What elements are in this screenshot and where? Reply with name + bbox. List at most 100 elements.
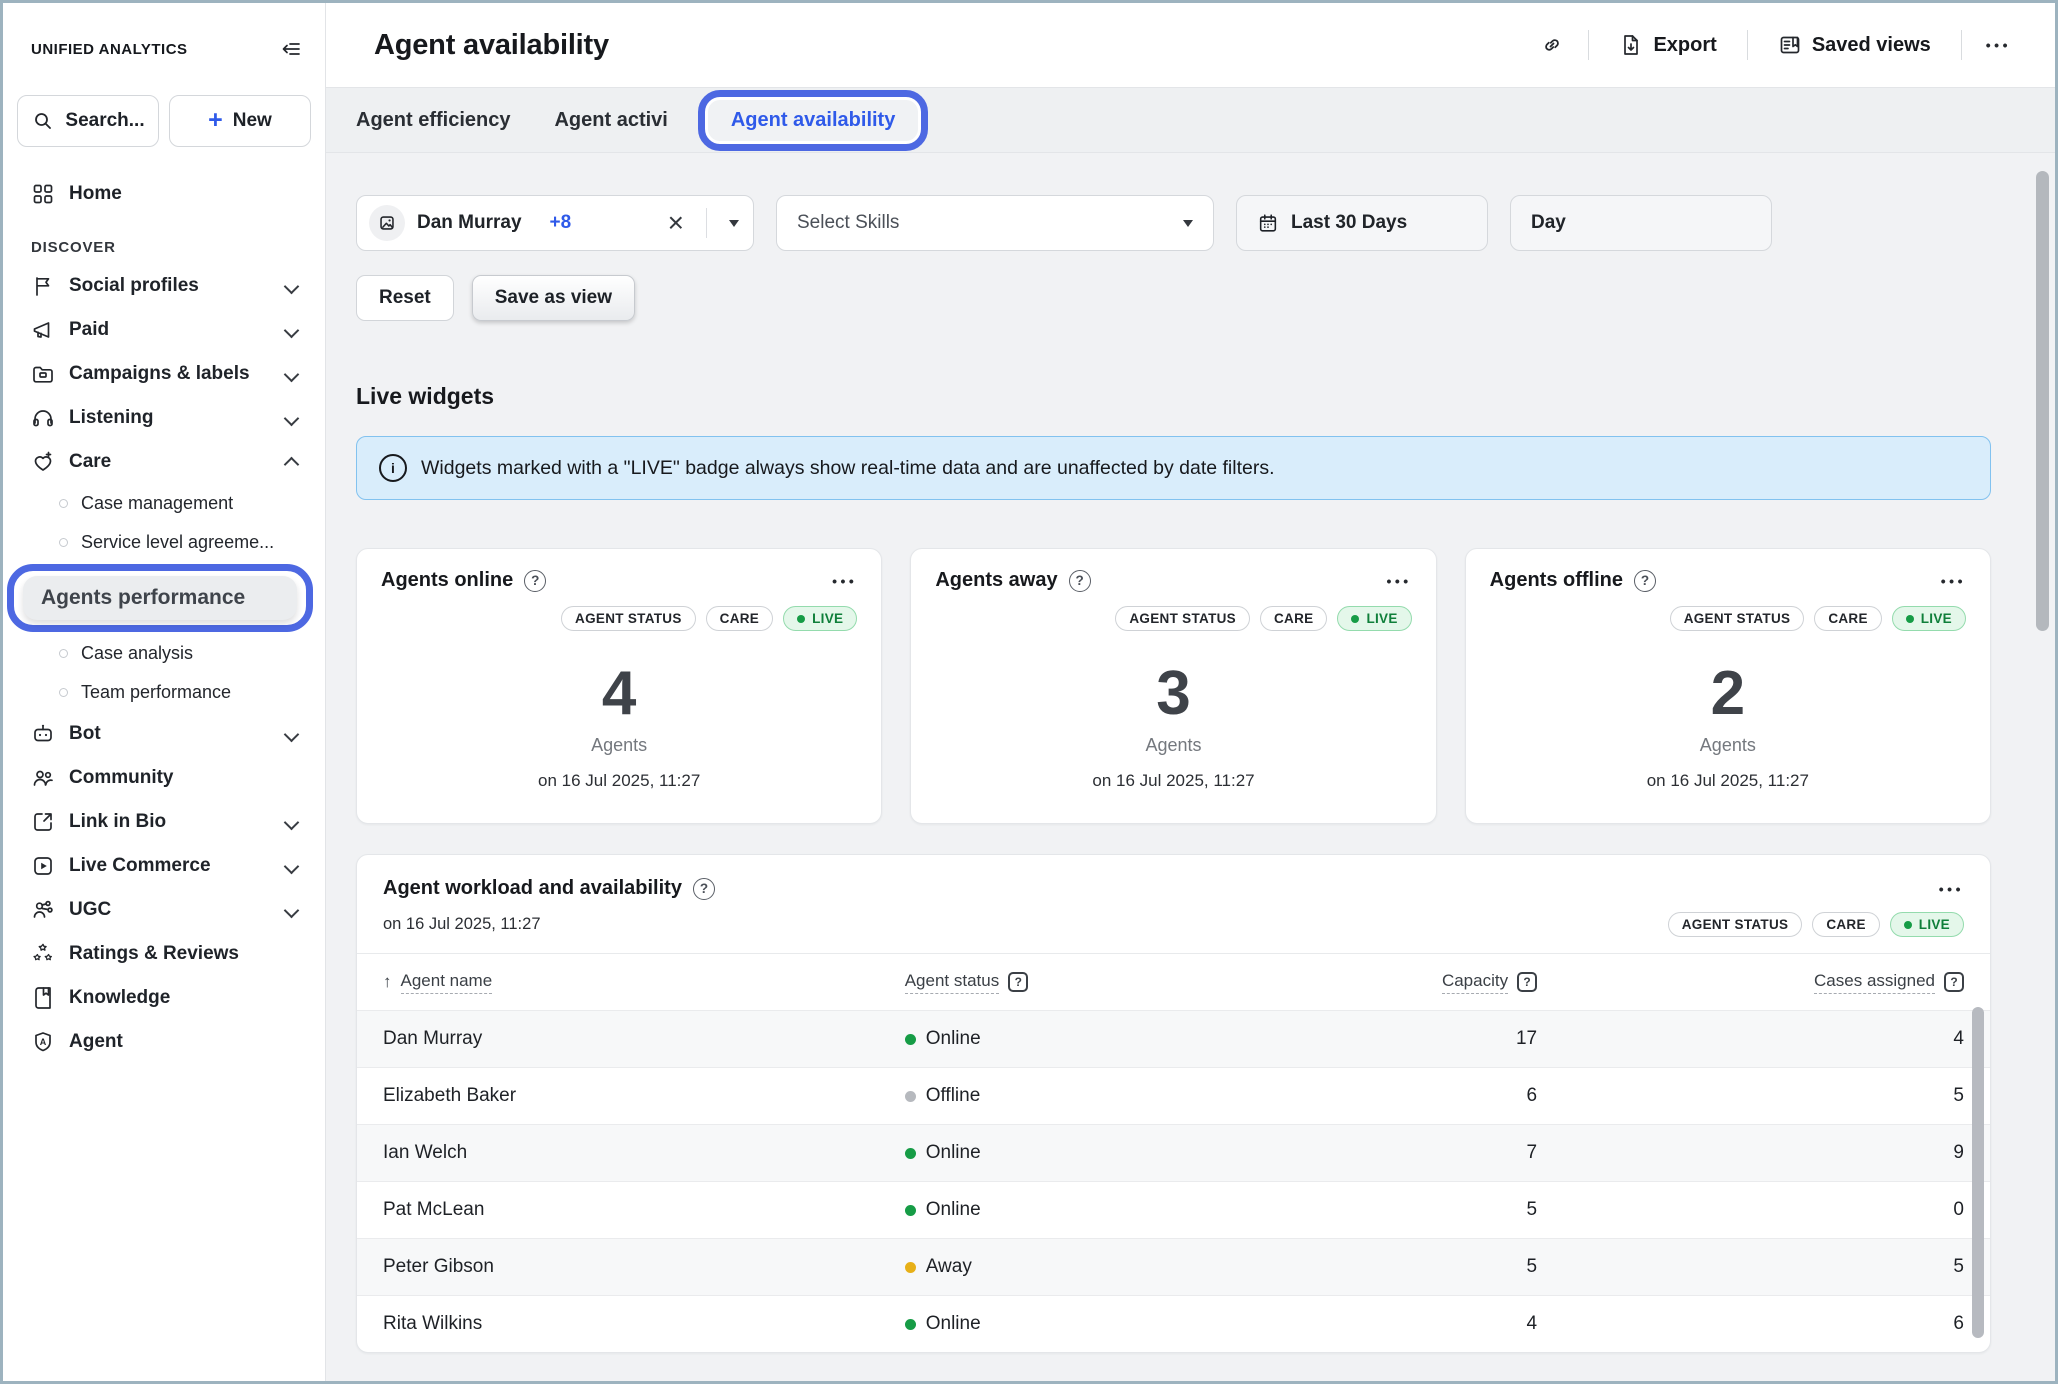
- table-header-row: ↑Agent name Agent status? Capacity? Case…: [357, 953, 1990, 1010]
- chevron-down-icon: [284, 858, 300, 874]
- card-menu-icon[interactable]: •••: [1386, 573, 1411, 589]
- sidebar-item-home[interactable]: Home: [3, 171, 325, 217]
- sidebar-item-label: Community: [69, 767, 174, 789]
- tab-agent-efficiency[interactable]: Agent efficiency: [356, 109, 510, 132]
- table-scrollbar[interactable]: [1972, 1007, 1984, 1338]
- chevron-up-icon: [284, 456, 300, 472]
- sidebar-item-ugc[interactable]: UGC: [3, 888, 325, 932]
- agent-status-cell: Online: [905, 1142, 1332, 1164]
- table-row[interactable]: Elizabeth Baker Offline 6 5: [357, 1067, 1990, 1124]
- sidebar-subitem-label: Team performance: [81, 682, 231, 703]
- help-icon[interactable]: ?: [1069, 570, 1091, 592]
- date-range-filter[interactable]: Last 30 Days: [1236, 195, 1488, 251]
- live-info-text: Widgets marked with a "LIVE" badge alway…: [421, 457, 1275, 480]
- table-row[interactable]: Dan Murray Online 17 4: [357, 1010, 1990, 1067]
- bullet-icon: [59, 538, 68, 547]
- help-icon[interactable]: ?: [1634, 570, 1656, 592]
- sidebar-item-campaigns-labels[interactable]: Campaigns & labels: [3, 352, 325, 396]
- card-menu-icon[interactable]: •••: [832, 573, 857, 589]
- agent-status-badge: AGENT STATUS: [561, 606, 696, 631]
- copy-link-button[interactable]: [1540, 33, 1564, 57]
- sidebar-item-bot[interactable]: Bot: [3, 712, 325, 756]
- plus-icon: +: [208, 108, 223, 133]
- column-header-capacity[interactable]: Capacity?: [1332, 971, 1538, 994]
- sidebar-item-case-management[interactable]: Case management: [3, 484, 325, 523]
- clear-filter-icon[interactable]: ×: [668, 209, 684, 237]
- table-row[interactable]: Pat McLean Online 5 0: [357, 1181, 1990, 1238]
- sidebar-item-listening[interactable]: Listening: [3, 396, 325, 440]
- dropdown-caret-icon[interactable]: [729, 220, 739, 227]
- home-grid-icon: [31, 182, 55, 206]
- chevron-down-icon: [284, 726, 300, 742]
- sidebar-item-live-commerce[interactable]: Live Commerce: [3, 844, 325, 888]
- bot-icon: [31, 722, 55, 746]
- sidebar-item-paid[interactable]: Paid: [3, 308, 325, 352]
- column-help-icon[interactable]: ?: [1008, 972, 1028, 992]
- sidebar-item-service-level-agreement[interactable]: Service level agreeme...: [3, 523, 325, 562]
- column-header-agent-name[interactable]: ↑Agent name: [383, 971, 905, 994]
- live-widgets-title: Live widgets: [356, 383, 1991, 410]
- sidebar-item-knowledge[interactable]: Knowledge: [3, 976, 325, 1020]
- sidebar-header: UNIFIED ANALYTICS: [3, 3, 325, 61]
- agent-status-cell: Away: [905, 1256, 1332, 1278]
- card-title: Agents online: [381, 569, 513, 592]
- search-button[interactable]: Search...: [17, 95, 159, 147]
- sidebar-item-link-in-bio[interactable]: Link in Bio: [3, 800, 325, 844]
- reset-button[interactable]: Reset: [356, 275, 454, 321]
- sidebar-item-agents-performance[interactable]: Agents performance: [23, 576, 297, 620]
- divider: [1961, 30, 1962, 60]
- agents-filter-extra-count: +8: [550, 212, 572, 234]
- metric-unit: Agents: [935, 735, 1411, 756]
- collapse-sidebar-button[interactable]: [279, 37, 303, 61]
- agent-status-cell: Offline: [905, 1085, 1332, 1107]
- new-button[interactable]: + New: [169, 95, 311, 147]
- sidebar-item-team-performance[interactable]: Team performance: [3, 673, 325, 712]
- sidebar-item-community[interactable]: Community: [3, 756, 325, 800]
- care-badge: CARE: [1812, 912, 1879, 937]
- export-button[interactable]: Export: [1613, 32, 1722, 58]
- external-link-icon: [31, 810, 55, 834]
- agent-status-cell: Online: [905, 1313, 1332, 1335]
- save-as-view-button[interactable]: Save as view: [472, 275, 635, 321]
- tab-agent-availability[interactable]: Agent availability: [731, 109, 896, 132]
- megaphone-icon: [31, 318, 55, 342]
- sidebar-item-social-profiles[interactable]: Social profiles: [3, 264, 325, 308]
- live-dot-icon: [1904, 921, 1912, 929]
- sidebar-item-care[interactable]: Care: [3, 440, 325, 484]
- column-help-icon[interactable]: ?: [1944, 972, 1964, 992]
- page-scrollbar[interactable]: [2036, 171, 2049, 631]
- saved-views-button[interactable]: Saved views: [1772, 32, 1937, 58]
- capacity-cell: 6: [1332, 1085, 1538, 1107]
- avatar: [369, 205, 405, 241]
- tab-bar: Agent efficiency Agent activi Agent avai…: [326, 87, 2055, 153]
- tab-agent-activity[interactable]: Agent activi: [554, 109, 667, 132]
- help-icon[interactable]: ?: [524, 570, 546, 592]
- agents-filter[interactable]: Dan Murray +8 ×: [356, 195, 754, 251]
- dropdown-caret-icon: [1183, 220, 1193, 227]
- export-icon: [1619, 33, 1643, 57]
- table-row[interactable]: Ian Welch Online 7 9: [357, 1124, 1990, 1181]
- sidebar-item-agent[interactable]: A Agent: [3, 1020, 325, 1064]
- page-content: Dan Murray +8 × Select Skills Last 30 Da…: [326, 153, 2055, 1381]
- sidebar-item-case-analysis[interactable]: Case analysis: [3, 634, 325, 673]
- column-help-icon[interactable]: ?: [1517, 972, 1537, 992]
- bullet-icon: [59, 649, 68, 658]
- more-options-icon[interactable]: •••: [1986, 37, 2011, 53]
- agent-name-cell: Elizabeth Baker: [383, 1085, 905, 1107]
- card-menu-icon[interactable]: •••: [1941, 573, 1966, 589]
- live-badge: LIVE: [1337, 606, 1411, 631]
- column-header-cases-assigned[interactable]: Cases assigned?: [1537, 971, 1964, 994]
- skills-filter[interactable]: Select Skills: [776, 195, 1214, 251]
- saved-views-icon: [1778, 33, 1802, 57]
- granularity-filter[interactable]: Day: [1510, 195, 1772, 251]
- shield-a-icon: A: [31, 1030, 55, 1054]
- chevron-down-icon: [284, 410, 300, 426]
- table-row[interactable]: Peter Gibson Away 5 5: [357, 1238, 1990, 1295]
- bullet-icon: [59, 499, 68, 508]
- column-header-agent-status[interactable]: Agent status?: [905, 971, 1332, 994]
- chevron-down-icon: [284, 278, 300, 294]
- table-menu-icon[interactable]: •••: [1939, 881, 1964, 897]
- sidebar-item-ratings-reviews[interactable]: Ratings & Reviews: [3, 932, 325, 976]
- help-icon[interactable]: ?: [693, 878, 715, 900]
- table-row[interactable]: Rita Wilkins Online 4 6: [357, 1295, 1990, 1352]
